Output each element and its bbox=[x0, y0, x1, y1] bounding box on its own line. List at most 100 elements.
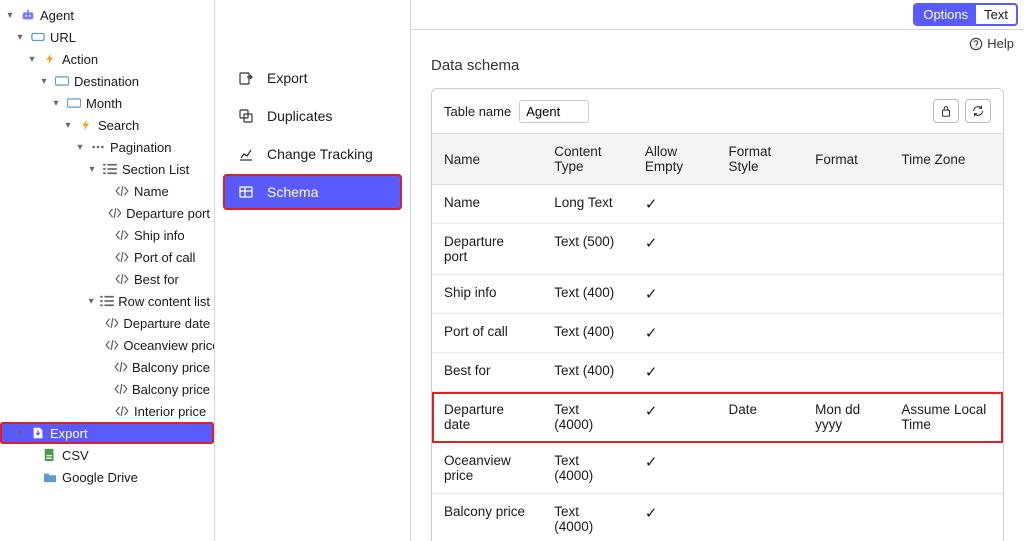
tree-item-month[interactable]: ▾ Month bbox=[0, 92, 214, 114]
nav-item-change-tracking[interactable]: Change Tracking bbox=[223, 136, 402, 172]
tree-item-departure-date[interactable]: · Departure date bbox=[0, 312, 214, 334]
list-icon bbox=[102, 161, 118, 177]
tree-item-google-drive[interactable]: · Google Drive bbox=[0, 466, 214, 488]
check-icon: ✓ bbox=[633, 353, 717, 392]
tree-item-oceanview-price[interactable]: · Oceanview price bbox=[0, 334, 214, 356]
col-format: Format bbox=[803, 134, 889, 185]
caret-icon[interactable]: ▾ bbox=[14, 32, 26, 43]
table-name-label: Table name bbox=[444, 104, 511, 119]
tree-item-destination[interactable]: ▾ Destination bbox=[0, 70, 214, 92]
code-icon bbox=[105, 315, 119, 331]
nav-label: Duplicates bbox=[267, 108, 332, 124]
caret-icon[interactable]: ▾ bbox=[50, 98, 62, 109]
tree-item-balcony-price[interactable]: · Balcony price bbox=[0, 356, 214, 378]
table-row[interactable]: Balcony price Text (4000) ✓ bbox=[432, 494, 1003, 541]
tree-label: Search bbox=[98, 118, 139, 133]
csv-icon bbox=[42, 447, 58, 463]
tree-label: Export bbox=[50, 426, 88, 441]
caret-icon[interactable]: ▾ bbox=[4, 10, 16, 21]
tree-item-action[interactable]: ▾ Action bbox=[0, 48, 214, 70]
caret-icon[interactable]: ▾ bbox=[26, 54, 38, 65]
help-label: Help bbox=[987, 36, 1014, 51]
code-icon bbox=[113, 381, 128, 397]
caret-icon[interactable]: ▾ bbox=[74, 142, 86, 153]
check-icon: ✓ bbox=[633, 185, 717, 224]
options-button[interactable]: Options bbox=[915, 5, 976, 24]
code-icon bbox=[114, 403, 130, 419]
tree-item-ship-info[interactable]: · Ship info bbox=[0, 224, 214, 246]
main-content: Options Text Help Data schema Table name bbox=[411, 0, 1024, 541]
tree-label: Departure date bbox=[123, 316, 210, 331]
table-row[interactable]: Port of call Text (400) ✓ bbox=[432, 314, 1003, 353]
text-button[interactable]: Text bbox=[976, 5, 1016, 24]
check-icon: ✓ bbox=[633, 314, 717, 353]
chart-icon bbox=[237, 146, 255, 162]
tree-item-name[interactable]: · Name bbox=[0, 180, 214, 202]
lock-icon bbox=[939, 104, 953, 118]
refresh-icon bbox=[971, 104, 985, 118]
caret-icon[interactable]: ▾ bbox=[38, 76, 50, 87]
code-icon bbox=[114, 249, 130, 265]
tree-item-best-for[interactable]: · Best for bbox=[0, 268, 214, 290]
left-tree-panel: ▾ Agent ▾ URL ▾ Action bbox=[0, 0, 215, 541]
tree-label: Row content list bbox=[118, 294, 210, 309]
link-icon bbox=[30, 29, 46, 45]
code-icon bbox=[114, 227, 130, 243]
tree-label: Best for bbox=[134, 272, 179, 287]
tree-item-csv[interactable]: · CSV bbox=[0, 444, 214, 466]
tree-label: Balcony price bbox=[132, 360, 210, 375]
lock-button[interactable] bbox=[933, 99, 959, 123]
nav-item-duplicates[interactable]: Duplicates bbox=[223, 98, 402, 134]
tree-item-section-list[interactable]: ▾ Section List bbox=[0, 158, 214, 180]
nav-label: Schema bbox=[267, 184, 318, 200]
tree-item-interior-price[interactable]: · Interior price bbox=[0, 400, 214, 422]
nav-item-schema[interactable]: Schema bbox=[223, 174, 402, 210]
tree-item-export[interactable]: ▾ Export bbox=[0, 422, 214, 444]
tree-item-departure-port[interactable]: · Departure port bbox=[0, 202, 214, 224]
check-icon: ✓ bbox=[633, 494, 717, 541]
topbar: Options Text bbox=[411, 0, 1024, 30]
help-bar: Help bbox=[411, 30, 1024, 57]
caret-icon[interactable]: ▾ bbox=[62, 120, 74, 131]
tree-label: Port of call bbox=[134, 250, 195, 265]
tree-item-agent[interactable]: ▾ Agent bbox=[0, 4, 214, 26]
table-row[interactable]: Name Long Text ✓ bbox=[432, 185, 1003, 224]
table-row[interactable]: Departure port Text (500) ✓ bbox=[432, 224, 1003, 275]
list-icon bbox=[100, 293, 114, 309]
tree-item-url[interactable]: ▾ URL bbox=[0, 26, 214, 48]
tree-label: Agent bbox=[40, 8, 74, 23]
table-row[interactable]: Oceanview price Text (4000) ✓ bbox=[432, 443, 1003, 494]
caret-icon[interactable]: ▾ bbox=[86, 164, 98, 175]
code-icon bbox=[105, 337, 119, 353]
tree-label: Balcony price bbox=[132, 382, 210, 397]
schema-icon bbox=[237, 184, 255, 200]
tree-label: Pagination bbox=[110, 140, 171, 155]
tree-item-row-content-list[interactable]: ▾ Row content list bbox=[0, 290, 214, 312]
col-name: Name bbox=[432, 134, 542, 185]
tree-item-port-of-call[interactable]: · Port of call bbox=[0, 246, 214, 268]
col-allow-empty: Allow Empty bbox=[633, 134, 717, 185]
caret-icon[interactable]: ▾ bbox=[86, 296, 96, 307]
code-icon bbox=[114, 271, 130, 287]
dots-icon bbox=[90, 139, 106, 155]
field-icon bbox=[54, 73, 70, 89]
help-icon bbox=[969, 37, 983, 51]
tree-item-pagination[interactable]: ▾ Pagination bbox=[0, 136, 214, 158]
table-name-input[interactable] bbox=[519, 100, 589, 123]
export-icon bbox=[237, 70, 255, 86]
table-row-highlighted[interactable]: Departure date Text (4000) ✓ Date Mon dd… bbox=[432, 392, 1003, 443]
tree-label: Action bbox=[62, 52, 98, 67]
tree-item-search[interactable]: ▾ Search bbox=[0, 114, 214, 136]
lightning-icon bbox=[42, 51, 58, 67]
table-row[interactable]: Ship info Text (400) ✓ bbox=[432, 275, 1003, 314]
help-link[interactable]: Help bbox=[969, 36, 1014, 51]
lightning-icon bbox=[78, 117, 94, 133]
tree-item-balcony-price-2[interactable]: · Balcony price bbox=[0, 378, 214, 400]
caret-icon[interactable]: ▾ bbox=[14, 428, 26, 439]
tree-label: Oceanview price bbox=[123, 338, 215, 353]
refresh-button[interactable] bbox=[965, 99, 991, 123]
duplicates-icon bbox=[237, 108, 255, 124]
table-row[interactable]: Best for Text (400) ✓ bbox=[432, 353, 1003, 392]
nav-item-export[interactable]: Export bbox=[223, 60, 402, 96]
tree-label: CSV bbox=[62, 448, 89, 463]
